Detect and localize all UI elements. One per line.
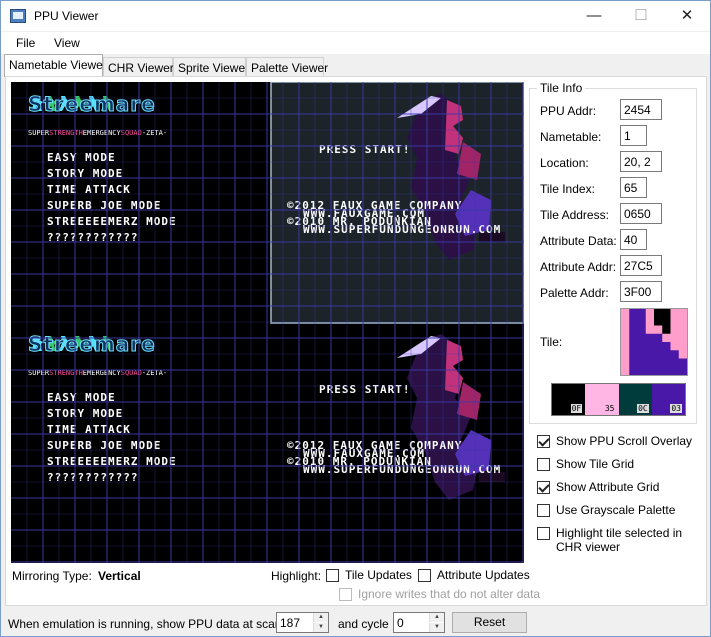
nametable-label: Nametable: (540, 130, 602, 144)
title-bar: PPU Viewer — ☐ ✕ (1, 1, 710, 31)
tab-sprite-viewer[interactable]: Sprite Viewer (173, 57, 249, 77)
nametable-canvas[interactable]: Streemare SUPERSTRENGTHEMERGENCYSQUAD-ZE… (11, 82, 524, 563)
location-label: Location: (540, 156, 589, 170)
option-label: Show Tile Grid (556, 457, 635, 471)
tile-index-field[interactable]: 65 (620, 177, 647, 198)
tile-updates-checkbox[interactable]: Tile Updates (326, 568, 412, 582)
ppu-addr-field[interactable]: 2454 (620, 99, 662, 120)
attribute-grid-overlay (11, 82, 524, 563)
attribute-addr-label: Attribute Addr: (540, 260, 617, 274)
show-tile-grid-checkbox[interactable]: Show Tile Grid (537, 457, 634, 471)
scanline-label: When emulation is running, show PPU data… (8, 617, 301, 631)
ppu-addr-label: PPU Addr: (540, 104, 597, 118)
swatch-code: 35 (603, 404, 616, 413)
tab-palette-viewer[interactable]: Palette Viewer (246, 57, 328, 77)
attribute-data-field[interactable]: 40 (620, 229, 647, 250)
tile-pixels (621, 309, 687, 375)
checkbox-box[interactable] (537, 504, 550, 517)
palette-swatch: 03 (651, 384, 685, 415)
ignore-writes-label: Ignore writes that do not alter data (358, 587, 541, 601)
menu-view[interactable]: View (54, 36, 80, 50)
maximize-button[interactable]: ☐ (618, 1, 664, 31)
tile-preview (620, 308, 688, 376)
location-field[interactable]: 20, 2 (620, 151, 662, 172)
swatch-code: 03 (670, 404, 682, 413)
checkbox-box[interactable] (418, 569, 431, 582)
palette-swatch: 35 (585, 384, 619, 415)
nametable-panel: Streemare SUPERSTRENGTHEMERGENCYSQUAD-ZE… (5, 76, 707, 606)
menu-bar: File View (1, 32, 710, 54)
show-attribute-grid-checkbox[interactable]: Show Attribute Grid (537, 480, 659, 494)
option-label: Show Attribute Grid (556, 480, 660, 494)
highlight-chr-checkbox[interactable]: Highlight tile selected in CHR viewer (537, 526, 687, 554)
cycle-spinner[interactable]: 0 ▲ ▼ (393, 612, 445, 633)
attribute-addr-field[interactable]: 27C5 (620, 255, 662, 276)
tab-nametable-viewer[interactable]: Nametable Viewer (4, 54, 107, 77)
checkbox-box[interactable] (326, 569, 339, 582)
option-label: Use Grayscale Palette (556, 503, 676, 517)
palette-swatch: 0C (618, 384, 652, 415)
window-title: PPU Viewer (34, 9, 99, 23)
attribute-updates-checkbox[interactable]: Attribute Updates (418, 568, 530, 582)
checkbox-box[interactable] (339, 588, 352, 601)
option-label: Highlight tile selected in CHR viewer (556, 526, 683, 554)
swatch-code: 0C (637, 404, 649, 413)
spin-up-icon[interactable]: ▲ (313, 613, 328, 622)
highlight-label: Highlight: (271, 569, 322, 583)
ppu-viewer-window: PPU Viewer — ☐ ✕ File View Nametable Vie… (0, 0, 711, 637)
close-button[interactable]: ✕ (664, 1, 710, 31)
scanline-spinner[interactable]: 187 ▲ ▼ (276, 612, 329, 633)
checkbox-box[interactable] (537, 435, 550, 448)
tile-updates-label: Tile Updates (345, 568, 412, 582)
menu-file[interactable]: File (16, 36, 35, 50)
tile-address-label: Tile Address: (540, 208, 609, 222)
nametable-field[interactable]: 1 (620, 125, 647, 146)
show-scroll-overlay-checkbox[interactable]: Show PPU Scroll Overlay (537, 434, 692, 448)
reset-button[interactable]: Reset (452, 612, 527, 633)
spin-down-icon[interactable]: ▼ (429, 623, 444, 632)
tab-chr-viewer[interactable]: CHR Viewer (103, 57, 174, 77)
grayscale-palette-checkbox[interactable]: Use Grayscale Palette (537, 503, 675, 517)
spin-down-icon[interactable]: ▼ (313, 623, 328, 632)
palette-addr-label: Palette Addr: (540, 286, 609, 300)
mirroring-label: Mirroring Type: (12, 569, 92, 583)
palette-swatch: 0F (552, 384, 586, 415)
option-label: Show PPU Scroll Overlay (556, 434, 693, 448)
checkbox-box[interactable] (537, 481, 550, 494)
cycle-label: and cycle (338, 617, 389, 631)
checkbox-box[interactable] (537, 458, 550, 471)
palette-addr-field[interactable]: 3F00 (620, 281, 662, 302)
tile-label: Tile: (540, 335, 563, 349)
attribute-data-label: Attribute Data: (540, 234, 617, 248)
ignore-writes-checkbox[interactable]: Ignore writes that do not alter data (339, 587, 540, 601)
minimize-button[interactable]: — (571, 1, 617, 31)
app-icon (10, 9, 26, 23)
tile-index-label: Tile Index: (540, 182, 595, 196)
tile-info-legend: Tile Info (537, 81, 586, 95)
spin-up-icon[interactable]: ▲ (429, 613, 444, 622)
cycle-value: 0 (397, 616, 404, 630)
tile-address-field[interactable]: 0650 (620, 203, 662, 224)
swatch-code: 0F (570, 404, 583, 413)
palette-swatches: 0F 35 0C 03 (551, 383, 686, 416)
checkbox-box[interactable] (537, 527, 550, 540)
mirroring-value: Vertical (98, 569, 141, 583)
attribute-updates-label: Attribute Updates (437, 568, 530, 582)
scanline-value: 187 (280, 616, 301, 630)
